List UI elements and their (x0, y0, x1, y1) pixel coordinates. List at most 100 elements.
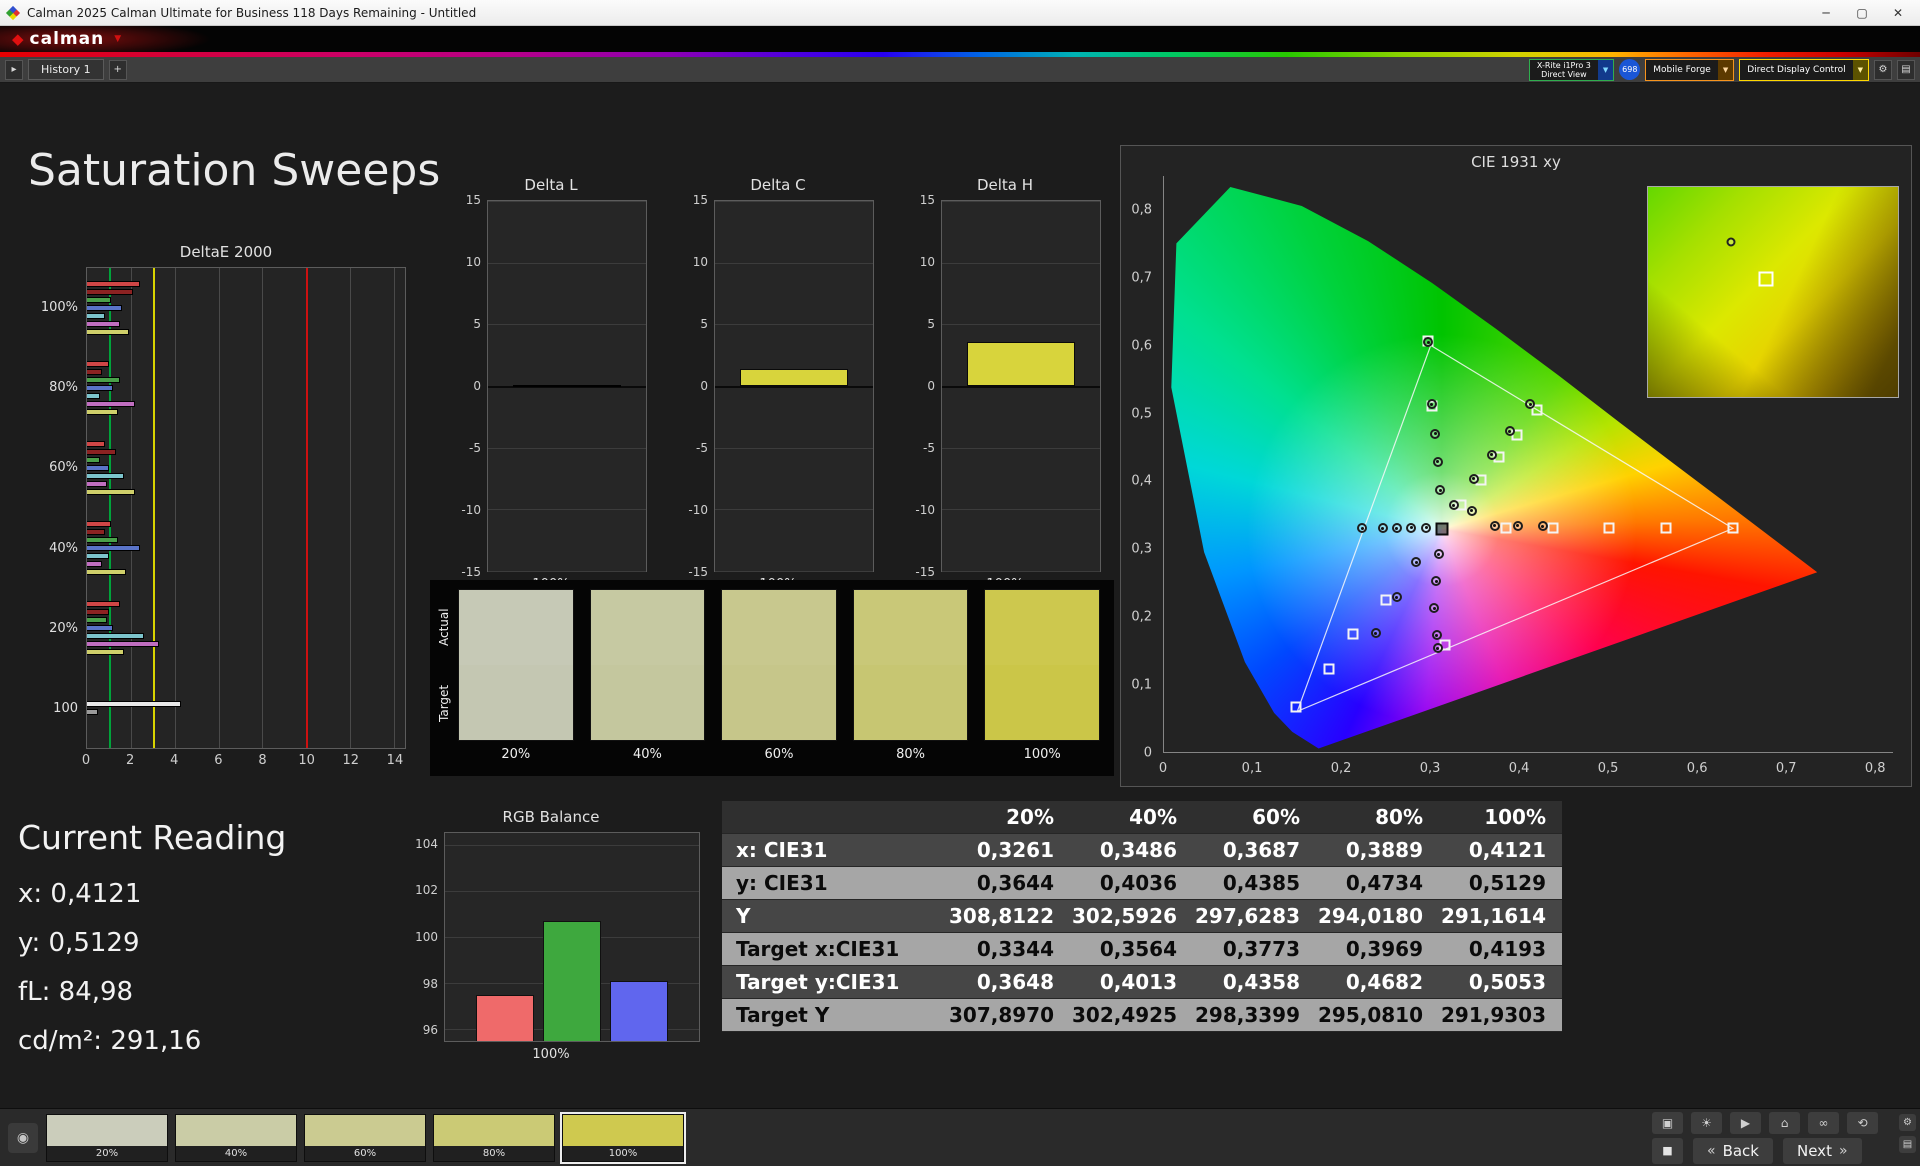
column-header: 40% (1129, 805, 1177, 829)
white-point-marker (1435, 522, 1449, 536)
actual-swatch (853, 590, 968, 665)
actual-swatch (459, 590, 573, 665)
history-expand-button[interactable]: ▸ (5, 59, 23, 80)
y-tick-label: 0,4 (1131, 473, 1152, 489)
target-point (1347, 628, 1359, 640)
play-button[interactable]: ▶ (1730, 1111, 1761, 1134)
bar (87, 569, 127, 575)
color-patch[interactable]: 100% (560, 1111, 686, 1164)
x-axis-label: 100% (532, 1047, 570, 1062)
bar (87, 649, 125, 655)
cell-value: 0,4036 (1099, 871, 1177, 895)
color-patch[interactable]: 40% (175, 1113, 297, 1162)
meter-status-badge[interactable]: 698 (1619, 59, 1641, 80)
brand-menu-caret-icon[interactable]: ▼ (114, 34, 121, 44)
cie-xaxis: 0 0,1 0,2 0,3 0,4 0,5 0,6 0,7 0,8 (1159, 758, 1893, 780)
patch-label: 60% (353, 1147, 377, 1159)
patch-label: 100% (608, 1147, 638, 1159)
meter-select[interactable]: X-Rite i1Pro 3 Direct View ▼ (1528, 58, 1615, 81)
measured-point (1357, 523, 1368, 534)
actual-target-swatches: Actual Target 20% 40% 60% 80% 100% (430, 580, 1114, 776)
cell-value: 0,4358 (1222, 970, 1300, 994)
bar-group (87, 588, 405, 668)
table-row: Target Y 307,8970 302,4925 298,3399 295,0810… (722, 999, 1562, 1032)
table-row: x: CIE31 0,3261 0,3486 0,3687 0,3889 0,4121 (722, 834, 1562, 867)
y-tick-label: 0 (927, 379, 935, 393)
measured-point (1466, 505, 1477, 516)
cell-value: 295,0810 (1317, 1003, 1423, 1027)
current-reading-lines: x: 0,4121 y: 0,5129 fL: 84,98 cd/m²: 291,16 (18, 879, 286, 1056)
maximize-button[interactable]: ▢ (1844, 1, 1880, 25)
color-patch[interactable]: 20% (46, 1113, 168, 1162)
y-tick-label: 15 (692, 193, 708, 207)
deltae-groups (87, 268, 405, 748)
swatch-column: 80% (852, 589, 969, 767)
cell-value: 0,3889 (1345, 838, 1423, 862)
y-tick-label: -5 (923, 441, 935, 455)
bar-group (87, 268, 405, 348)
link-button[interactable]: ∞ (1808, 1111, 1839, 1134)
projector-button[interactable]: ▣ (1652, 1111, 1683, 1134)
patch-color (305, 1114, 425, 1146)
delta-c-plot (714, 200, 874, 572)
panel-toggle-button[interactable]: ▤ (1897, 59, 1915, 80)
refresh-button[interactable]: ⟲ (1847, 1111, 1878, 1134)
x-tick-label: 0 (1158, 761, 1168, 776)
delta-l-plot (487, 200, 647, 572)
eye-icon: ◉ (16, 1129, 30, 1146)
chart-title: Delta C (750, 176, 806, 194)
x-tick-label: 0,4 (1508, 761, 1530, 776)
home-icon: ⌂ (1780, 1115, 1789, 1130)
close-button[interactable]: ✕ (1880, 1, 1916, 25)
bar (87, 393, 101, 399)
home-button[interactable]: ⌂ (1769, 1111, 1800, 1134)
source-select[interactable]: Mobile Forge ▼ (1645, 58, 1735, 81)
bar (87, 553, 109, 559)
chevron-down-icon: ▼ (1717, 59, 1734, 80)
calman-logo-icon: ◆ (12, 30, 24, 48)
minimize-button[interactable]: ─ (1808, 1, 1844, 25)
inset-target-marker (1758, 271, 1773, 287)
cell-value: 308,8122 (948, 904, 1054, 928)
measured-point (1489, 520, 1500, 531)
bar-group (87, 508, 405, 588)
plus-icon: + (113, 64, 122, 75)
column-header: 100% (1484, 805, 1546, 829)
chart-title: CIE 1931 xy (1471, 153, 1561, 171)
display-control-select[interactable]: Direct Display Control ▼ (1739, 58, 1869, 81)
swatch-column: 100% (984, 589, 1100, 767)
back-button[interactable]: « Back (1693, 1137, 1773, 1164)
bar (87, 633, 145, 639)
edge-settings-button[interactable]: ⚙ (1899, 1114, 1916, 1131)
color-patch[interactable]: 80% (433, 1113, 555, 1162)
bar-group (87, 428, 405, 508)
x-tick-label: 2 (125, 753, 135, 768)
bar (87, 441, 105, 447)
bulb-button[interactable]: ☀ (1691, 1111, 1722, 1134)
x-tick-label: 4 (170, 753, 179, 768)
cell-value: 0,3969 (1345, 937, 1423, 961)
stop-button[interactable]: ■ (1652, 1137, 1683, 1164)
y-tick-label: 15 (919, 193, 935, 207)
swatch-column: 40% (589, 589, 706, 767)
color-patch[interactable]: 60% (304, 1113, 426, 1162)
swatch (984, 589, 1100, 741)
bar (513, 385, 621, 387)
preview-eye-button[interactable]: ◉ (8, 1122, 38, 1153)
projector-icon: ▣ (1661, 1115, 1674, 1130)
edge-buttons: ⚙ ▤ (1899, 1114, 1916, 1153)
add-tab-button[interactable]: + (108, 59, 127, 80)
bar (87, 449, 116, 455)
cell-value: 298,3399 (1194, 1003, 1300, 1027)
x-tick-label: 0,1 (1241, 761, 1263, 776)
next-button[interactable]: Next » (1783, 1137, 1862, 1164)
swatch-column: 20% (458, 589, 574, 767)
settings-button[interactable]: ⚙ (1874, 59, 1892, 80)
tab-history-1[interactable]: History 1 (28, 59, 104, 80)
page-title: Saturation Sweeps (28, 145, 441, 196)
deltae-xaxis: 0 2 4 6 8 10 12 14 (82, 749, 406, 773)
measured-point (1377, 523, 1388, 534)
x-tick-label: 0,3 (1419, 761, 1441, 776)
edge-panel-button[interactable]: ▤ (1899, 1136, 1916, 1153)
gridline (942, 324, 1100, 326)
